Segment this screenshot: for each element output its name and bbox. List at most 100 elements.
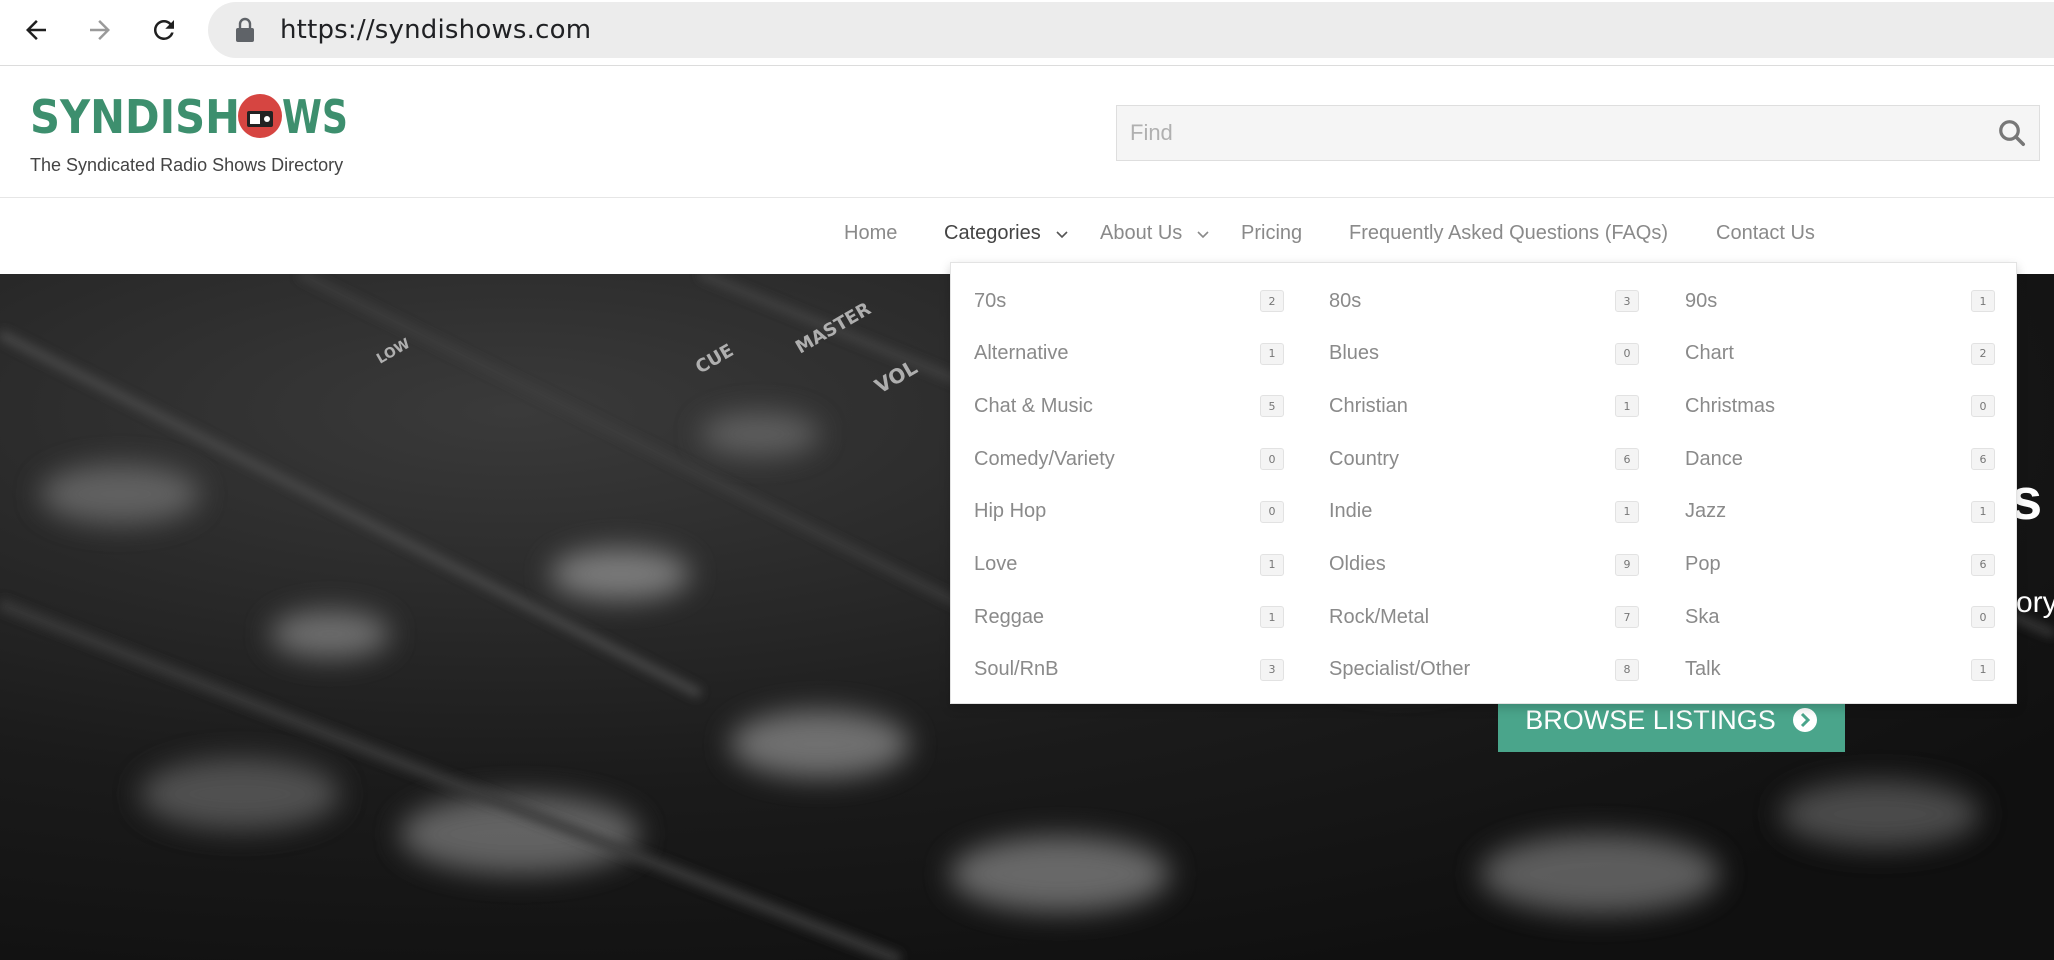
category-item[interactable]: Christmas 0 [1685, 390, 1995, 422]
back-button[interactable] [12, 8, 60, 52]
category-count-badge: 0 [1260, 448, 1284, 471]
nav-categories-label: Categories [944, 222, 1041, 244]
reload-button[interactable] [140, 8, 188, 52]
category-label: Oldies [1329, 553, 1386, 575]
category-item[interactable]: Rock/Metal 7 [1329, 601, 1639, 633]
category-item[interactable]: Comedy/Variety 0 [974, 443, 1284, 475]
category-label: 80s [1329, 289, 1362, 312]
category-label: Alternative [974, 342, 1069, 365]
category-count-badge: 3 [1260, 658, 1284, 681]
site-header: SYNDISH WS The Syndicated Radio Shows Di… [0, 67, 2054, 198]
category-item[interactable]: Chat & Music 5 [974, 390, 1284, 422]
category-item[interactable]: 90s 1 [1685, 285, 1995, 317]
category-item[interactable]: Soul/RnB 3 [974, 654, 1284, 686]
category-count-badge: 6 [1971, 553, 1995, 576]
svg-text:SYNDISH: SYNDISH [30, 90, 240, 141]
category-label: Talk [1685, 658, 1721, 681]
category-count-badge: 6 [1971, 448, 1995, 471]
nav-contact-us[interactable]: Contact Us [1716, 222, 1815, 245]
browse-listings-label: BROWSE LISTINGS [1525, 704, 1776, 735]
category-label: Comedy/Variety [974, 447, 1115, 470]
hero-subtitle: ory [2016, 586, 2054, 619]
category-count-badge: 7 [1615, 606, 1639, 629]
category-label: Dance [1685, 447, 1743, 470]
url-text: https://syndishows.com [280, 15, 592, 45]
nav-about-us-label: About Us [1100, 222, 1183, 244]
browser-toolbar: https://syndishows.com [0, 0, 2054, 66]
nav-faqs[interactable]: Frequently Asked Questions (FAQs) [1349, 222, 1668, 245]
category-item[interactable]: Chart 2 [1685, 338, 1995, 370]
category-item[interactable]: Christian 1 [1329, 390, 1639, 422]
category-count-badge: 1 [1260, 606, 1284, 629]
svg-text:WS: WS [282, 90, 348, 141]
category-label: Specialist/Other [1329, 658, 1471, 681]
category-count-badge: 8 [1615, 658, 1639, 681]
category-count-badge: 1 [1615, 395, 1639, 418]
chevron-down-icon [1197, 230, 1209, 238]
nav-categories[interactable]: Categories [944, 222, 1069, 245]
nav-pricing-label: Pricing [1241, 222, 1303, 244]
search-input[interactable] [1117, 106, 1977, 160]
nav-pricing[interactable]: Pricing [1241, 222, 1302, 245]
forward-button[interactable] [76, 8, 124, 52]
category-label: Chat & Music [974, 394, 1093, 417]
category-item[interactable]: Ska 0 [1685, 601, 1995, 633]
category-item[interactable]: Hip Hop 0 [974, 496, 1284, 528]
category-label: Indie [1329, 500, 1373, 523]
nav-about-us[interactable]: About Us [1100, 222, 1210, 245]
category-count-badge: 1 [1971, 290, 1995, 312]
category-label: Love [974, 553, 1018, 575]
category-label: Country [1329, 447, 1400, 470]
category-item[interactable]: Indie 1 [1329, 496, 1639, 528]
site-tagline: The Syndicated Radio Shows Directory [30, 155, 344, 175]
nav-home[interactable]: Home [844, 222, 897, 245]
category-count-badge: 0 [1971, 606, 1995, 629]
category-item[interactable]: Dance 6 [1685, 443, 1995, 475]
category-label: Reggae [974, 605, 1045, 628]
category-item[interactable]: Blues 0 [1329, 338, 1639, 370]
category-count-badge: 0 [1971, 395, 1995, 418]
category-item[interactable]: Reggae 1 [974, 601, 1284, 633]
lock-icon [236, 17, 254, 42]
category-count-badge: 1 [1971, 500, 1995, 523]
category-count-badge: 3 [1615, 290, 1639, 312]
category-item[interactable]: Specialist/Other 8 [1329, 654, 1639, 686]
nav-faqs-label: Frequently Asked Questions (FAQs) [1349, 222, 1669, 244]
category-label: 90s [1685, 289, 1718, 312]
category-count-badge: 0 [1260, 500, 1284, 523]
category-count-badge: 9 [1615, 553, 1639, 576]
search-form [1116, 105, 2040, 161]
category-count-badge: 5 [1260, 395, 1284, 418]
category-item[interactable]: Jazz 1 [1685, 496, 1995, 528]
category-label: 70s [974, 289, 1007, 312]
arrow-right-icon [90, 20, 110, 40]
category-item[interactable]: 80s 3 [1329, 285, 1639, 317]
category-item[interactable]: Alternative 1 [974, 338, 1284, 370]
category-count-badge: 1 [1260, 553, 1284, 576]
category-item[interactable]: Pop 6 [1685, 549, 1995, 581]
category-count-badge: 1 [1971, 658, 1995, 681]
category-item[interactable]: 70s 2 [974, 285, 1284, 317]
category-count-badge: 2 [1260, 290, 1284, 312]
category-label: Soul/RnB [974, 658, 1059, 681]
category-item[interactable]: Talk 1 [1685, 654, 1995, 686]
circle-chevron-right-icon [1792, 708, 1817, 732]
category-count-badge: 0 [1615, 342, 1639, 365]
nav-home-label: Home [844, 222, 898, 244]
arrow-left-icon [26, 20, 46, 40]
category-label: Rock/Metal [1329, 605, 1430, 628]
category-item[interactable]: Oldies 9 [1329, 549, 1639, 581]
reload-icon [153, 19, 174, 40]
category-count-badge: 1 [1615, 500, 1639, 523]
category-item[interactable]: Country 6 [1329, 443, 1639, 475]
category-item[interactable]: Love 1 [974, 549, 1284, 581]
search-icon[interactable] [1997, 118, 2027, 148]
address-bar[interactable]: https://syndishows.com [208, 2, 2054, 58]
chevron-down-icon [1056, 230, 1068, 238]
category-label: Christmas [1685, 394, 1776, 417]
category-count-badge: 2 [1971, 342, 1995, 365]
category-label: Pop [1685, 553, 1721, 575]
site-logo[interactable]: SYNDISH WS [30, 89, 350, 141]
category-label: Hip Hop [974, 500, 1047, 523]
category-count-badge: 6 [1615, 448, 1639, 471]
